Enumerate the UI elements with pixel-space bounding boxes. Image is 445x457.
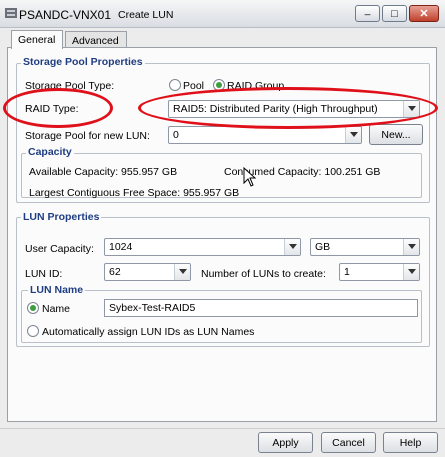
lun-id-label: LUN ID: [25, 268, 63, 280]
close-button[interactable]: ✕ [409, 5, 439, 22]
auto-assign-radio[interactable] [27, 325, 39, 337]
lun-id-select[interactable]: 62 [104, 263, 191, 281]
close-icon: ✕ [419, 8, 429, 20]
num-luns-label: Number of LUNs to create: [201, 268, 326, 280]
raid-group-radio-label: RAID Group [227, 80, 285, 92]
user-capacity-select[interactable]: 1024 [104, 238, 301, 256]
num-luns-select[interactable]: 1 [339, 263, 420, 281]
capacity-unit-value: GB [315, 241, 331, 253]
name-radio-label: Name [42, 303, 71, 315]
minimize-button[interactable]: _ [355, 5, 380, 22]
help-button[interactable]: Help [383, 432, 438, 453]
new-pool-button[interactable]: New... [369, 124, 423, 145]
largest-free-space: Largest Contiguous Free Space: 955.957 G… [29, 187, 240, 199]
raid-type-select[interactable]: RAID5: Distributed Parity (High Throughp… [168, 100, 420, 118]
chevron-down-icon [403, 264, 419, 280]
chevron-down-icon [174, 264, 190, 280]
tab-general[interactable]: General [11, 30, 63, 49]
auto-assign-label: Automatically assign LUN IDs as LUN Name… [42, 326, 255, 338]
storage-pool-group-title: Storage Pool Properties [21, 56, 145, 68]
maximize-icon: □ [391, 7, 398, 20]
button-bar [0, 428, 445, 457]
pool-for-lun-value: 0 [173, 129, 179, 141]
minimize-icon: _ [364, 5, 371, 16]
lun-name-input[interactable]: Sybex-Test-RAID5 [104, 299, 418, 317]
title-bar: PSANDC-VNX01 Create LUN _ □ ✕ [0, 0, 445, 28]
capacity-group-title: Capacity [26, 146, 74, 158]
cancel-button[interactable]: Cancel [321, 432, 376, 453]
pool-radio[interactable] [169, 79, 181, 91]
chevron-down-icon [403, 239, 419, 255]
chevron-down-icon [403, 101, 419, 117]
app-icon [5, 8, 17, 18]
chevron-down-icon [284, 239, 300, 255]
available-capacity: Available Capacity: 955.957 GB [29, 166, 178, 178]
maximize-button[interactable]: □ [382, 5, 407, 22]
apply-button[interactable]: Apply [258, 432, 313, 453]
capacity-unit-select[interactable]: GB [310, 238, 420, 256]
raid-group-radio[interactable] [213, 79, 225, 91]
num-luns-value: 1 [344, 266, 350, 278]
user-capacity-value: 1024 [109, 241, 133, 253]
raid-type-label: RAID Type: [25, 103, 79, 115]
chevron-down-icon [345, 127, 361, 143]
mouse-cursor-icon [243, 166, 257, 190]
tab-advanced[interactable]: Advanced [65, 31, 127, 48]
pool-type-label: Storage Pool Type: [25, 80, 115, 92]
raid-type-value: RAID5: Distributed Parity (High Throughp… [173, 103, 378, 115]
window-host: PSANDC-VNX01 [19, 8, 112, 22]
name-radio[interactable] [27, 302, 39, 314]
lun-name-group-title: LUN Name [28, 284, 86, 296]
user-capacity-label: User Capacity: [25, 243, 94, 255]
pool-radio-label: Pool [183, 80, 205, 92]
lun-properties-group-title: LUN Properties [21, 211, 102, 223]
window-title: Create LUN [118, 9, 174, 21]
pool-for-lun-select[interactable]: 0 [168, 126, 362, 144]
lun-id-value: 62 [109, 266, 121, 278]
pool-for-lun-label: Storage Pool for new LUN: [25, 130, 150, 142]
